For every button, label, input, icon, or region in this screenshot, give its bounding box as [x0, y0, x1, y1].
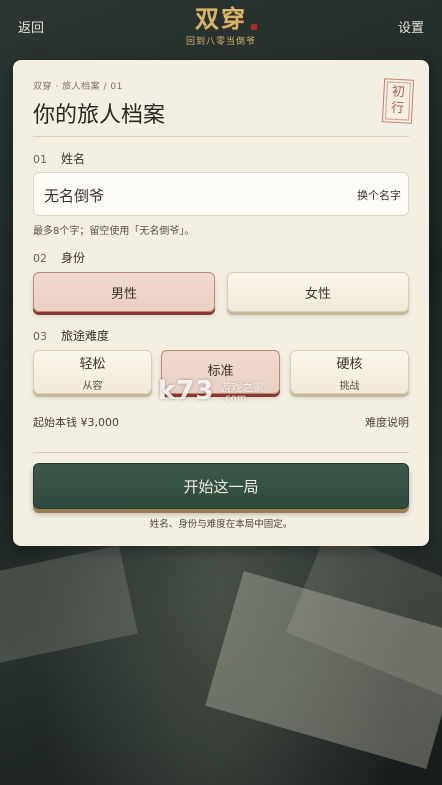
- back-button[interactable]: 返回: [18, 17, 44, 36]
- section-title: 姓名: [61, 152, 86, 166]
- difficulty-option-hard[interactable]: 硬核 挑战: [290, 350, 409, 394]
- divider: [33, 136, 409, 137]
- identity-section-label: 02 身份: [33, 249, 85, 266]
- name-hint: 最多8个字；留空使用「无名倒爷」。: [33, 226, 195, 237]
- watermark-logo: k73: [158, 376, 215, 406]
- stamp-icon: 初行: [381, 78, 415, 124]
- top-bar: 返回 双穿 回到八零当倒爷 设置: [0, 0, 442, 56]
- section-title: 身份: [61, 251, 86, 265]
- name-value[interactable]: 无名倒爷: [44, 185, 104, 206]
- background-paper: [0, 545, 138, 665]
- start-game-button[interactable]: 开始这一局: [33, 463, 409, 509]
- option-desc: 从容: [82, 380, 103, 392]
- option-label: 女性: [304, 286, 331, 302]
- section-number: 01: [33, 153, 47, 166]
- stamp-text: 初行: [390, 84, 406, 117]
- name-field[interactable]: 无名倒爷 换个名字: [33, 172, 409, 216]
- settings-button[interactable]: 设置: [398, 17, 424, 36]
- name-section-label: 01 姓名: [33, 150, 85, 167]
- logo-title: 双穿: [195, 4, 247, 33]
- section-number: 03: [33, 330, 47, 343]
- logo-seal-icon: [251, 24, 257, 30]
- identity-option-male[interactable]: 男性: [33, 272, 215, 312]
- change-name-button[interactable]: 换个名字: [357, 187, 401, 203]
- starting-money-row: 起始本钱 ¥3,000 难度说明: [33, 414, 409, 430]
- difficulty-help-link[interactable]: 难度说明: [365, 414, 409, 430]
- breadcrumb: 双穿 · 旅人档案 / 01: [33, 82, 123, 92]
- difficulty-section-label: 03 旅途难度: [33, 327, 109, 344]
- watermark-domain: .com: [222, 393, 247, 404]
- site-watermark: k73 游戏之家 .com: [158, 376, 288, 406]
- identity-option-female[interactable]: 女性: [227, 272, 409, 312]
- starting-money: 起始本钱 ¥3,000: [33, 416, 119, 429]
- page-title: 你的旅人档案: [33, 103, 166, 128]
- section-title: 旅途难度: [61, 329, 110, 343]
- profile-card: 双穿 · 旅人档案 / 01 你的旅人档案 初行 01 姓名 无名倒爷 换个名字 …: [13, 60, 429, 546]
- option-desc: 挑战: [339, 380, 360, 392]
- option-label: 轻松: [79, 356, 106, 372]
- section-number: 02: [33, 252, 47, 265]
- difficulty-option-easy[interactable]: 轻松 从容: [33, 350, 152, 394]
- option-label: 硬核: [336, 356, 363, 372]
- logo-subtitle: 回到八零当倒爷: [185, 37, 256, 47]
- game-logo: 双穿 回到八零当倒爷: [161, 4, 281, 47]
- option-label: 男性: [110, 286, 137, 302]
- divider: [33, 452, 409, 453]
- fixed-settings-note: 姓名、身份与难度在本局中固定。: [149, 519, 293, 530]
